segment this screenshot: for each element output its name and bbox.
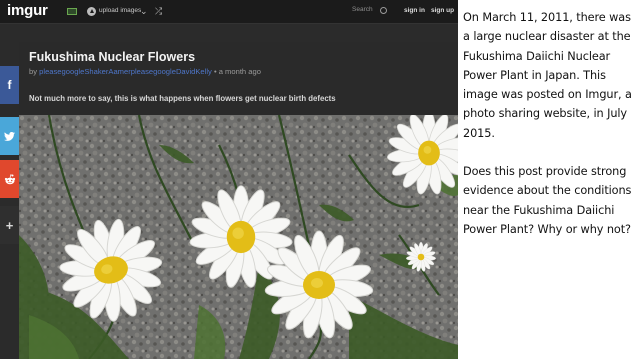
question-paragraph: Does this post provide strong evidence a… xyxy=(463,165,632,236)
author-link[interactable]: pleasegoogleShakerAamerpleasegoogleDavid… xyxy=(39,67,212,76)
post-meta: by pleasegoogleShakerAamerpleasegoogleDa… xyxy=(29,67,261,76)
reddit-alien-icon xyxy=(4,173,15,184)
twitter-share-button[interactable] xyxy=(0,117,19,155)
shuffle-icon[interactable]: ⤮ xyxy=(155,5,162,17)
upload-icon[interactable] xyxy=(87,7,96,16)
upload-images-link[interactable]: upload images xyxy=(99,7,141,14)
slide: imgur upload images ⌄ ⤮ Search sign in s… xyxy=(0,0,638,359)
chevron-down-icon[interactable]: ⌄ xyxy=(140,5,148,17)
caption-panel: On March 11, 2011, there was a large nuc… xyxy=(458,0,638,359)
post-image[interactable] xyxy=(19,115,458,359)
twitter-bird-icon xyxy=(4,131,15,141)
plus-icon: + xyxy=(5,217,14,233)
gallery-icon[interactable] xyxy=(67,8,77,15)
context-paragraph: On March 11, 2011, there was a large nuc… xyxy=(463,11,632,140)
sign-in-link[interactable]: sign in xyxy=(404,7,425,14)
imgur-navbar: imgur upload images ⌄ ⤮ Search sign in s… xyxy=(0,0,458,24)
by-label: by xyxy=(29,67,38,76)
reddit-share-button[interactable] xyxy=(0,160,19,198)
imgur-screenshot: imgur upload images ⌄ ⤮ Search sign in s… xyxy=(0,0,458,359)
post-title: Fukushima Nuclear Flowers xyxy=(29,50,196,64)
post-time: • a month ago xyxy=(213,67,261,76)
search-input[interactable]: Search xyxy=(352,6,373,13)
post-description: Not much more to say, this is what happe… xyxy=(29,94,336,103)
facebook-icon: f xyxy=(7,78,12,92)
facebook-share-button[interactable]: f xyxy=(0,66,19,104)
post-card: Fukushima Nuclear Flowers by pleasegoogl… xyxy=(19,42,458,359)
more-share-button[interactable]: + xyxy=(0,206,19,244)
daisies-photo xyxy=(19,115,458,359)
imgur-logo[interactable]: imgur xyxy=(7,2,48,19)
sign-up-link[interactable]: sign up xyxy=(431,7,454,14)
search-icon[interactable] xyxy=(380,7,387,14)
